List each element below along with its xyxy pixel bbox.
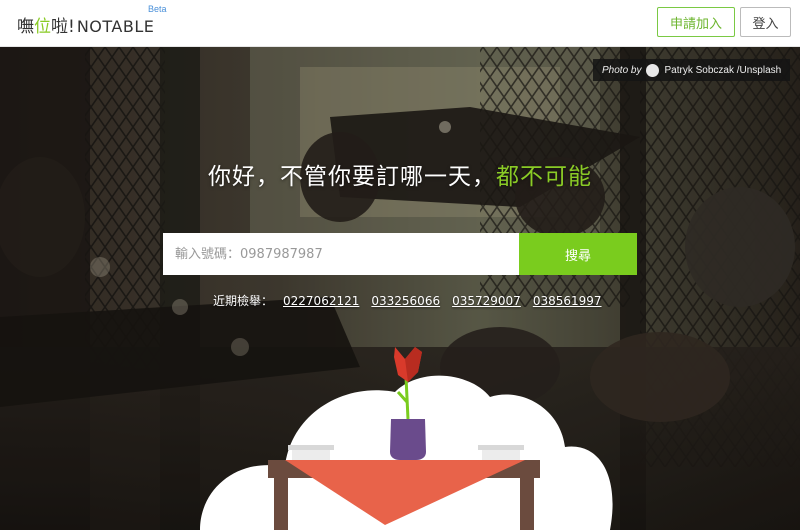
logo-english: NOTABLE	[76, 17, 155, 36]
site-logo[interactable]: 嘸位啦! NOTABLE	[17, 12, 155, 37]
logo-suffix: 啦!	[51, 17, 75, 37]
top-navbar: 嘸位啦! NOTABLE Beta 申請加入 登入	[0, 0, 800, 47]
right-plate-icon	[478, 445, 524, 450]
beta-badge: Beta	[148, 4, 167, 14]
logo-accent: 位	[34, 17, 51, 37]
table-leg-right	[520, 478, 534, 530]
login-button[interactable]: 登入	[740, 7, 791, 37]
logo-prefix: 嘸	[17, 17, 34, 37]
vase-icon	[390, 419, 426, 460]
left-plate-icon	[288, 445, 334, 450]
table-leg-left	[274, 478, 288, 530]
flower-stem	[404, 376, 410, 420]
table-illustration	[200, 347, 613, 530]
signup-button[interactable]: 申請加入	[657, 7, 735, 37]
hero-section: Photo by Patryk Sobczak /Unsplash 你好，不管你…	[0, 47, 800, 530]
